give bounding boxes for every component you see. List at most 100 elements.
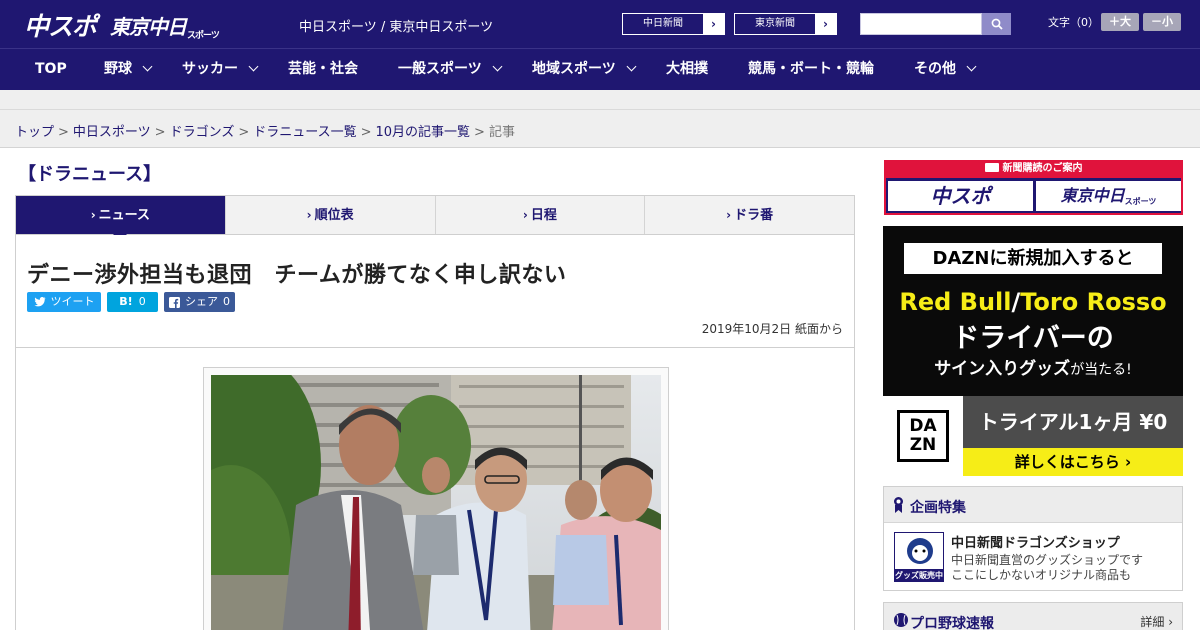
subscribe-tokyo-sub: スポーツ: [1124, 197, 1157, 206]
nav-item-racing[interactable]: 競馬・ボート・競輪: [748, 49, 874, 90]
nav-item-baseball[interactable]: 野球: [104, 49, 153, 90]
article-header: デニー渉外担当も退団 チームが勝てなく申し訳ない ツイート B! 0 シェア 0 2…: [15, 235, 855, 348]
breadcrumb-separator: >: [360, 125, 372, 140]
breadcrumb-separator: >: [238, 125, 250, 140]
breadcrumb-link-top[interactable]: トップ: [15, 125, 54, 140]
hatena-count: 0: [138, 295, 146, 308]
article-dateline: 2019年10月2日 紙面から: [702, 320, 843, 337]
dragons-shop-desc-line: ここにしかないオリジナル商品も: [951, 568, 1132, 582]
tab-dora-ban[interactable]: › ドラ番: [644, 196, 854, 234]
breadcrumb-separator: >: [154, 125, 166, 140]
nav-item-label: 野球: [104, 61, 132, 77]
tab-label: 順位表: [314, 208, 354, 223]
baseball-detail-label: 詳細: [1140, 615, 1165, 629]
chevron-right-icon: ›: [711, 17, 716, 31]
dazn-ad-line3-tail: が当たる!: [1070, 362, 1132, 378]
subscription-heading-text: 新聞購読のご案内: [1002, 163, 1083, 174]
search-button[interactable]: [982, 13, 1011, 35]
font-decrease-button[interactable]: －小: [1143, 13, 1181, 31]
tokyo-shimbun-link[interactable]: 東京新聞 ›: [734, 13, 837, 35]
subscribe-tokyo-label: 東京中日: [1060, 186, 1125, 205]
chevron-down-icon: [248, 61, 259, 72]
nav-item-label: TOP: [35, 61, 67, 77]
nav-item-other[interactable]: その他: [914, 49, 977, 90]
tokyo-chunichi-logo[interactable]: 東京中日スポーツ: [110, 11, 220, 41]
section-title: 【ドラニュース】: [18, 164, 162, 185]
subscribe-tokyo-chunichi-button[interactable]: 東京中日スポーツ: [1036, 181, 1181, 211]
nav-item-sumo[interactable]: 大相撲: [666, 49, 708, 90]
header-spacer: [0, 90, 1200, 110]
article-source: 紙面から: [794, 322, 843, 336]
tab-standings[interactable]: › 順位表: [224, 196, 435, 234]
article-photo[interactable]: [211, 375, 661, 630]
dazn-ad-line2: ドライバーの: [952, 323, 1114, 354]
font-size-label: 文字（0）: [1048, 16, 1099, 29]
subscribe-chuspo-button[interactable]: 中スポ: [888, 181, 1033, 211]
search-input[interactable]: [860, 13, 982, 35]
site-header: 中スポ 東京中日スポーツ 中日スポーツ / 東京中日スポーツ 中日新聞 › 東京…: [0, 0, 1200, 48]
dazn-ad-cta-button[interactable]: 詳しくはこちら ›: [963, 448, 1183, 476]
breadcrumb-link-october[interactable]: 10月の記事一覧: [376, 125, 471, 140]
facebook-icon: [169, 296, 180, 308]
tab-news[interactable]: › ニュース: [16, 196, 225, 241]
tweet-button[interactable]: ツイート: [27, 292, 101, 312]
feature-panel-title: 企画特集: [910, 500, 966, 516]
nav-item-top[interactable]: TOP: [35, 49, 67, 90]
dazn-ad-brand-1: Red Bull: [899, 288, 1012, 316]
dazn-ad-slash: /: [1011, 288, 1021, 316]
baseball-icon: [894, 613, 908, 627]
dragons-shop-thumb-label: グッズ販売中: [895, 571, 943, 580]
site-title[interactable]: 中日スポーツ / 東京中日スポーツ: [299, 16, 493, 35]
tokyo-logo-sub: スポーツ: [187, 31, 220, 41]
baseball-live-title: プロ野球速報: [910, 616, 994, 630]
breadcrumb-link-dragons[interactable]: ドラゴンズ: [170, 125, 235, 140]
baseball-live-panel: プロ野球速報 詳細 ›: [883, 602, 1183, 630]
newspaper-icon: [984, 163, 999, 172]
dragons-shop-description: 中日新聞直営のグッズショップです ここにしかないオリジナル商品も: [951, 553, 1143, 583]
chevron-down-icon: [492, 61, 503, 72]
article-headline: デニー渉外担当も退団 チームが勝てなく申し訳ない: [27, 263, 567, 288]
facebook-share-button[interactable]: シェア 0: [164, 292, 235, 312]
nav-item-soccer[interactable]: サッカー: [182, 49, 259, 90]
dazn-ad-footer: DA ZN トライアル1ヶ月 ¥0 詳しくはこちら ›: [883, 396, 1183, 476]
subscription-box: 新聞購読のご案内 中スポ 東京中日スポーツ: [884, 160, 1183, 215]
breadcrumb-current: 記事: [488, 125, 515, 140]
dazn-logo-bottom: ZN: [909, 435, 937, 455]
nav-item-label: 地域スポーツ: [532, 61, 616, 77]
hatena-bookmark-button[interactable]: B! 0: [107, 292, 158, 312]
font-increase-button[interactable]: ＋大: [1101, 13, 1139, 31]
dazn-ad-brands: Red Bull/Toro Rosso: [883, 288, 1183, 316]
hatena-icon: B!: [119, 295, 133, 308]
chunichi-shimbun-link[interactable]: 中日新聞 ›: [622, 13, 725, 35]
dazn-ad-brand-2: Toro Rosso: [1020, 288, 1167, 316]
article-photo-frame: [203, 367, 669, 630]
tab-schedule[interactable]: › 日程: [434, 196, 645, 234]
chuspo-logo[interactable]: 中スポ: [24, 7, 97, 43]
dragons-shop-thumbnail[interactable]: グッズ販売中: [894, 532, 944, 582]
main-nav: TOP 野球 サッカー 芸能・社会 一般スポーツ 地域スポーツ 大相撲 競馬・ボ…: [0, 48, 1200, 90]
article-date: 2019年10月2日: [701, 322, 792, 336]
dragons-shop-desc-line: 中日新聞直営のグッズショップです: [951, 553, 1144, 567]
baseball-detail-link[interactable]: 詳細 ›: [1140, 613, 1173, 630]
facebook-count: 0: [223, 295, 230, 308]
facebook-share-label: シェア: [185, 295, 218, 308]
nav-item-local-sports[interactable]: 地域スポーツ: [532, 49, 637, 90]
nav-item-general-sports[interactable]: 一般スポーツ: [398, 49, 503, 90]
chevron-down-icon: [626, 61, 637, 72]
nav-item-label: その他: [914, 61, 956, 77]
twitter-icon: [33, 297, 45, 307]
feature-panel-header: 企画特集: [884, 487, 1182, 523]
breadcrumb-bar: トップ > 中日スポーツ > ドラゴンズ > ドラニュース一覧 >10月の記事一覧 > 記事: [0, 110, 1200, 148]
nav-item-entertainment[interactable]: 芸能・社会: [288, 49, 358, 90]
paper-link-label: 中日新聞: [623, 14, 703, 34]
dazn-ad-banner[interactable]: DAZNに新規加入すると Red Bull/Toro Rosso ドライバーの …: [883, 226, 1183, 476]
dragons-shop-link[interactable]: 中日新聞ドラゴンズショップ: [951, 532, 1120, 551]
chevron-down-icon: [966, 61, 977, 72]
breadcrumb-separator: >: [474, 125, 485, 140]
chevron-right-icon: ›: [522, 208, 528, 222]
breadcrumb-link-dora-news[interactable]: ドラニュース一覧: [253, 125, 356, 140]
tweet-label: ツイート: [50, 295, 95, 308]
chevron-right-icon: ›: [1168, 615, 1173, 629]
breadcrumb-link-chunichi-sports[interactable]: 中日スポーツ: [73, 125, 151, 140]
chevron-right-icon: ›: [306, 208, 312, 222]
